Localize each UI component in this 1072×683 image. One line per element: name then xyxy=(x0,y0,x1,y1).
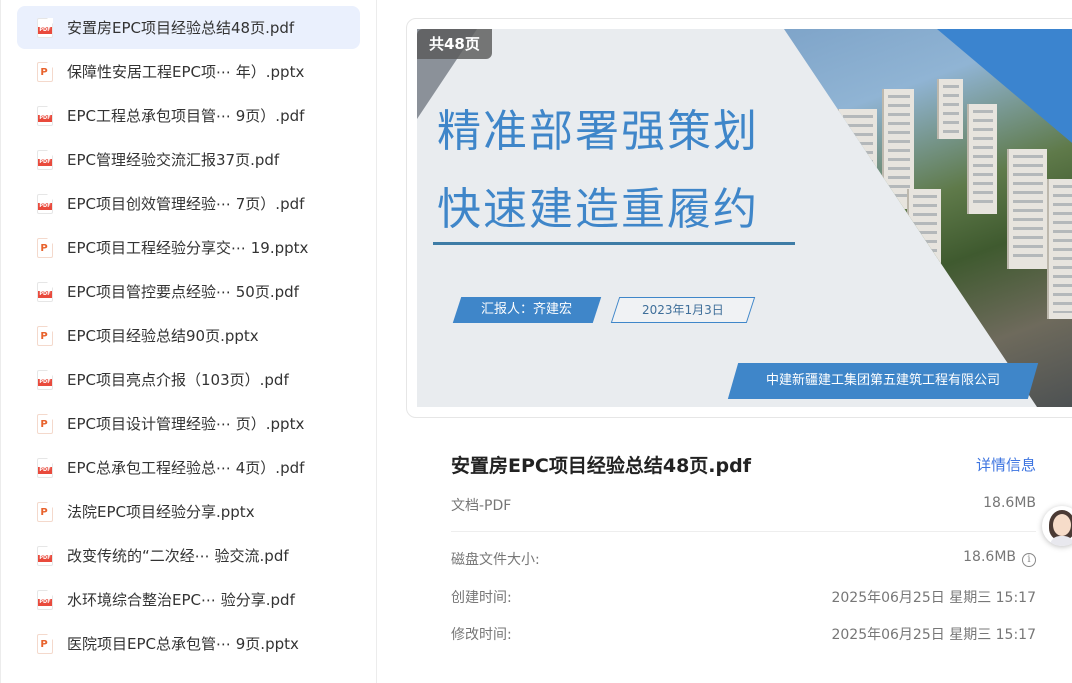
slide-thumbnail: 共48页 精准部署强策划 快速建造重履约 汇报人：齐建宏 2023年1月3日 中… xyxy=(417,29,1072,407)
file-list-item[interactable]: PDF EPC项目管控要点经验⋯ 50页.pdf xyxy=(17,270,360,313)
file-type-tag: PDF xyxy=(38,114,52,122)
file-list-item[interactable]: PDF 安置房EPC项目经验总结48页.pdf xyxy=(17,6,360,49)
page-count-badge: 共48页 xyxy=(417,29,492,59)
pdf-file-icon: PDF xyxy=(37,369,53,390)
file-name: EPC项目设计管理经验⋯ 页）.pptx xyxy=(67,415,305,433)
file-list-item[interactable]: P EPC项目设计管理经验⋯ 页）.pptx xyxy=(17,402,360,445)
file-type-tag: P xyxy=(40,330,48,342)
slide-date-text: 2023年1月3日 xyxy=(642,303,724,317)
file-name: EPC项目创效管理经验⋯ 7页）.pdf xyxy=(67,195,305,213)
detail-info-link[interactable]: 详情信息 xyxy=(976,454,1036,475)
pdf-file-icon: PDF xyxy=(37,589,53,610)
file-type-tag: P xyxy=(40,242,48,254)
file-list-item[interactable]: P 保障性安居工程EPC项⋯ 年）.pptx xyxy=(17,50,360,93)
pdf-file-icon: PDF xyxy=(37,105,53,126)
file-name: 改变传统的“二次经⋯ 验交流.pdf xyxy=(67,547,289,565)
file-name: EPC项目亮点介报（103页）.pdf xyxy=(67,371,289,389)
slide-reporter-text: 汇报人：齐建宏 xyxy=(481,302,573,317)
details-divider xyxy=(451,531,1036,532)
slide-date: 2023年1月3日 xyxy=(610,297,756,323)
file-list-item[interactable]: P EPC项目经验总结90页.pptx xyxy=(17,314,360,357)
file-name: 医院项目EPC总承包管⋯ 9页.pptx xyxy=(67,635,299,653)
file-type-tag: P xyxy=(40,506,48,518)
file-list-item[interactable]: PDF 水环境综合整治EPC⋯ 验分享.pdf xyxy=(17,578,360,621)
file-name: 水环境综合整治EPC⋯ 验分享.pdf xyxy=(67,591,295,609)
file-name: 保障性安居工程EPC项⋯ 年）.pptx xyxy=(67,63,305,81)
file-name: 安置房EPC项目经验总结48页.pdf xyxy=(67,19,295,37)
file-type-tag: PDF xyxy=(38,158,52,166)
pptx-file-icon: P xyxy=(37,413,53,434)
document-type: 文档-PDF xyxy=(451,498,512,514)
file-list-item[interactable]: PDF EPC总承包工程经验总⋯ 4页）.pdf xyxy=(17,446,360,489)
document-size: 18.6MB xyxy=(983,495,1036,511)
info-icon[interactable]: i xyxy=(1022,553,1036,567)
slide-title-line2: 快速建造重履约 xyxy=(437,184,759,235)
file-list-item[interactable]: P 医院项目EPC总承包管⋯ 9页.pptx xyxy=(17,622,360,665)
pptx-file-icon: P xyxy=(37,61,53,82)
assistant-avatar-icon[interactable] xyxy=(1042,506,1072,546)
disk-size-value-wrap: 18.6MB i xyxy=(963,549,1036,567)
file-list-item[interactable]: PDF EPC项目亮点介报（103页）.pdf xyxy=(17,358,360,401)
file-type-tag: PDF xyxy=(38,202,52,210)
file-list-item[interactable]: PDF EPC工程总承包项目管⋯ 9页）.pdf xyxy=(17,94,360,137)
file-list-item[interactable]: P 法院EPC项目经验分享.pptx xyxy=(17,490,360,533)
pptx-file-icon: P xyxy=(37,237,53,258)
file-type-tag: P xyxy=(40,66,48,78)
file-type-tag: PDF xyxy=(38,26,52,34)
pdf-file-icon: PDF xyxy=(37,457,53,478)
file-type-tag: PDF xyxy=(38,598,52,606)
modified-time-value: 2025年06月25日 星期三 15:17 xyxy=(831,627,1036,643)
slide-reporter: 汇报人：齐建宏 xyxy=(452,297,602,323)
file-preview-app: PDF 安置房EPC项目经验总结48页.pdf P 保障性安居工程EPC项⋯ 年）.p… xyxy=(0,0,1072,683)
file-type-tag: PDF xyxy=(38,466,52,474)
file-type-tag: P xyxy=(40,418,48,430)
slide-company: 中建新疆建工集团第五建筑工程有限公司 xyxy=(727,363,1039,399)
pdf-file-icon: PDF xyxy=(37,149,53,170)
document-title: 安置房EPC项目经验总结48页.pdf xyxy=(451,455,751,477)
file-list: PDF 安置房EPC项目经验总结48页.pdf P 保障性安居工程EPC项⋯ 年）.p… xyxy=(1,6,376,665)
created-time-value: 2025年06月25日 星期三 15:17 xyxy=(831,590,1036,606)
modified-time-label: 修改时间: xyxy=(451,627,512,643)
file-name: EPC工程总承包项目管⋯ 9页）.pdf xyxy=(67,107,305,125)
file-type-tag: P xyxy=(40,638,48,650)
file-name: 法院EPC项目经验分享.pptx xyxy=(67,503,255,521)
pdf-file-icon: PDF xyxy=(37,17,53,38)
pdf-file-icon: PDF xyxy=(37,281,53,302)
slide-title-line1: 精准部署强策划 xyxy=(437,106,759,157)
slide-divider xyxy=(433,242,795,245)
pdf-file-icon: PDF xyxy=(37,545,53,566)
file-type-tag: PDF xyxy=(38,554,52,562)
disk-size-label: 磁盘文件大小: xyxy=(451,552,540,568)
file-name: EPC项目经验总结90页.pptx xyxy=(67,327,259,345)
slide-company-text: 中建新疆建工集团第五建筑工程有限公司 xyxy=(765,373,1000,388)
file-list-item[interactable]: PDF 改变传统的“二次经⋯ 验交流.pdf xyxy=(17,534,360,577)
pptx-file-icon: P xyxy=(37,325,53,346)
file-list-item[interactable]: PDF EPC项目创效管理经验⋯ 7页）.pdf xyxy=(17,182,360,225)
file-list-item[interactable]: P EPC项目工程经验分享交⋯ 19.pptx xyxy=(17,226,360,269)
pdf-file-icon: PDF xyxy=(37,193,53,214)
pptx-file-icon: P xyxy=(37,501,53,522)
created-time-label: 创建时间: xyxy=(451,590,512,606)
pptx-file-icon: P xyxy=(37,633,53,654)
file-type-tag: PDF xyxy=(38,378,52,386)
preview-card[interactable]: 共48页 精准部署强策划 快速建造重履约 汇报人：齐建宏 2023年1月3日 中… xyxy=(406,18,1072,418)
file-name: EPC总承包工程经验总⋯ 4页）.pdf xyxy=(67,459,305,477)
file-name: EPC项目工程经验分享交⋯ 19.pptx xyxy=(67,239,309,257)
disk-size-value: 18.6MB xyxy=(963,549,1016,565)
file-list-item[interactable]: PDF EPC管理经验交流汇报37页.pdf xyxy=(17,138,360,181)
file-list-sidebar: PDF 安置房EPC项目经验总结48页.pdf P 保障性安居工程EPC项⋯ 年）.p… xyxy=(0,0,377,683)
file-name: EPC管理经验交流汇报37页.pdf xyxy=(67,151,280,169)
file-name: EPC项目管控要点经验⋯ 50页.pdf xyxy=(67,283,299,301)
file-type-tag: PDF xyxy=(38,290,52,298)
